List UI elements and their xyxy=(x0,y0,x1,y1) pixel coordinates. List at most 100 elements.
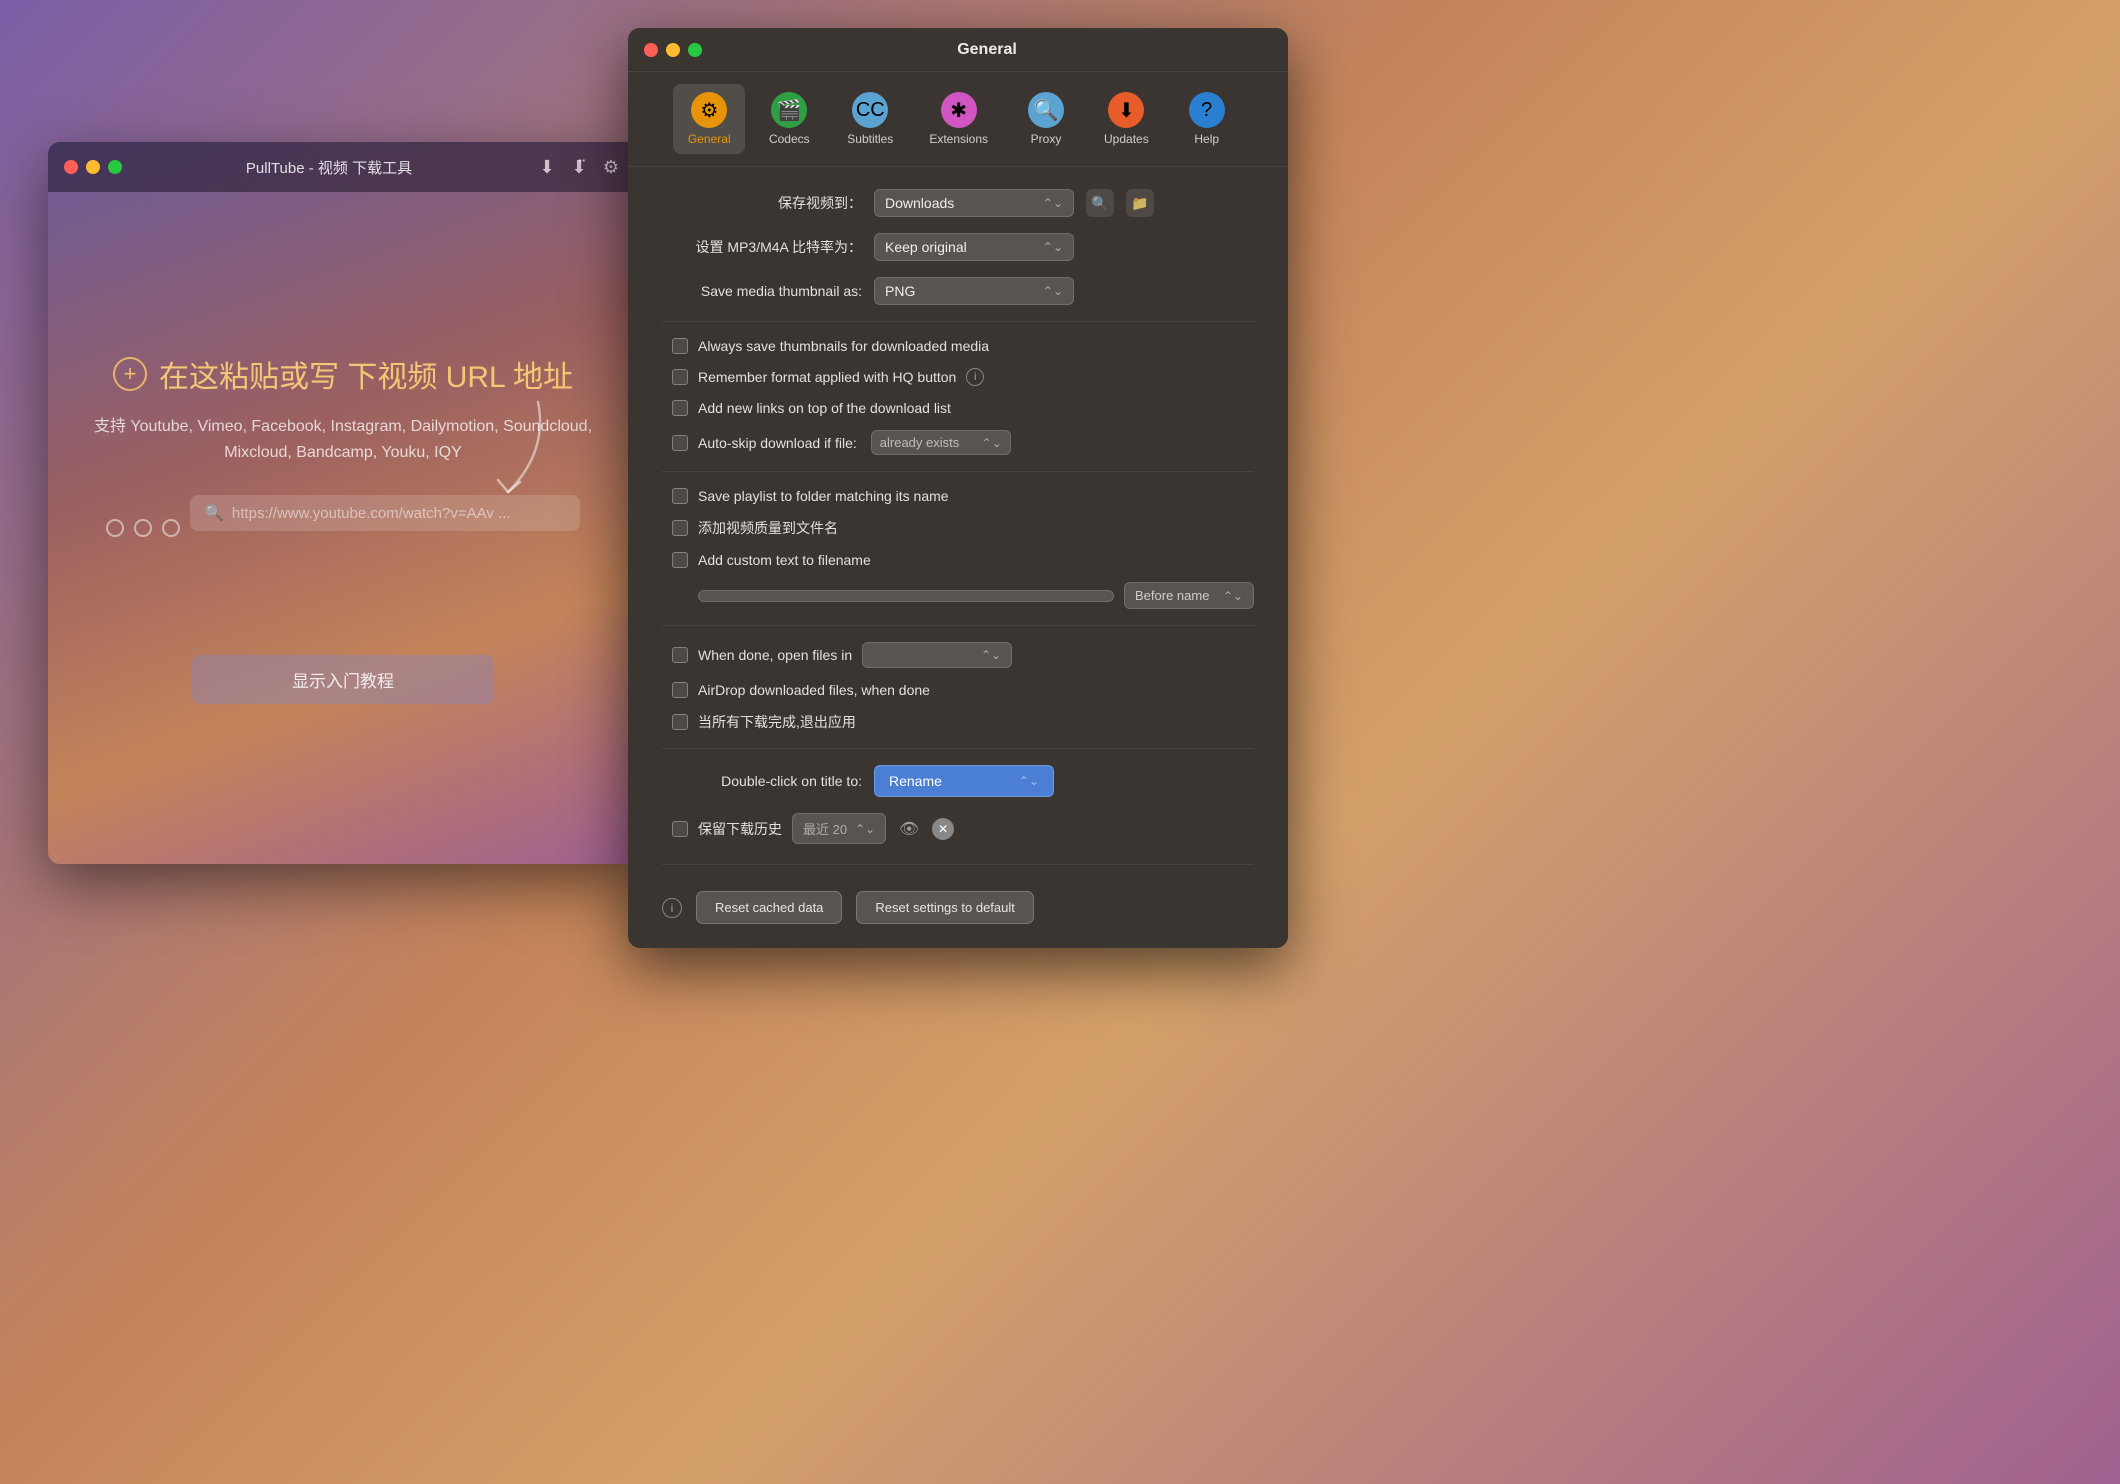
bitrate-chevron: ⌃⌄ xyxy=(1043,240,1063,254)
settings-content: 保存视频到： Downloads ⌃⌄ 🔍 📁 设置 MP3/M4A 比特率为：… xyxy=(628,167,1288,948)
show-tutorial-button[interactable]: 显示入门教程 xyxy=(192,655,494,704)
rename-chevron: ⌃⌄ xyxy=(1019,774,1039,788)
arrow-curve-icon xyxy=(478,392,558,512)
add-links-top-label: Add new links on top of the download lis… xyxy=(698,400,951,416)
save-to-select[interactable]: Downloads ⌃⌄ xyxy=(874,189,1074,217)
updates-icon: ⬇ xyxy=(1108,92,1144,128)
save-to-value: Downloads xyxy=(885,195,954,211)
custom-text-input[interactable] xyxy=(698,590,1114,602)
settings-icon[interactable]: ⚙ xyxy=(600,156,622,178)
always-save-thumbnails-checkbox[interactable] xyxy=(672,338,688,354)
when-done-label: When done, open files in xyxy=(698,647,852,663)
add-custom-text-row: Add custom text to filename xyxy=(662,552,1254,568)
history-count-value: 最近 20 xyxy=(803,819,847,838)
remember-format-info-icon[interactable]: i xyxy=(966,368,984,386)
open-folder-icon[interactable]: 📁 xyxy=(1126,189,1154,217)
exit-checkbox[interactable] xyxy=(672,714,688,730)
double-click-select[interactable]: Rename ⌃⌄ xyxy=(874,765,1054,797)
position-chevron: ⌃⌄ xyxy=(1223,589,1243,603)
bottom-buttons: i Reset cached data Reset settings to de… xyxy=(662,881,1254,924)
history-count-select[interactable]: 最近 20 ⌃⌄ xyxy=(792,813,886,844)
tab-extensions-label: Extensions xyxy=(929,132,988,146)
thumbnail-select[interactable]: PNG ⌃⌄ xyxy=(874,277,1074,305)
extensions-icon: ✱ xyxy=(941,92,977,128)
rename-value: Rename xyxy=(889,773,942,789)
open-in-select[interactable]: ⌃⌄ xyxy=(862,642,1012,668)
tab-codecs-label: Codecs xyxy=(769,132,810,146)
add-quality-row: 添加视频质量到文件名 xyxy=(662,518,1254,538)
url-placeholder: + 在这粘贴或写 下视频 URL 地址 xyxy=(113,352,573,396)
divider-2 xyxy=(662,471,1254,472)
tab-updates-label: Updates xyxy=(1104,132,1149,146)
save-playlist-label: Save playlist to folder matching its nam… xyxy=(698,488,949,504)
position-select[interactable]: Before name ⌃⌄ xyxy=(1124,582,1254,609)
auto-skip-value: already exists xyxy=(880,435,959,450)
dot-2 xyxy=(134,519,152,537)
tab-proxy-label: Proxy xyxy=(1031,132,1062,146)
add-quality-label: 添加视频质量到文件名 xyxy=(698,518,838,538)
settings-close-button[interactable] xyxy=(644,43,658,57)
settings-maximize-button[interactable] xyxy=(688,43,702,57)
thumbnail-label: Save media thumbnail as: xyxy=(662,283,862,299)
pulltube-window: PullTube - 视频 下载工具 ⬇ ⬇̈ ⚙ + 在这粘贴或写 下视频 U… xyxy=(48,142,638,864)
subtitles-icon: CC xyxy=(852,92,888,128)
tab-codecs[interactable]: 🎬 Codecs xyxy=(753,84,825,154)
custom-text-input-row: Before name ⌃⌄ xyxy=(662,582,1254,609)
save-playlist-row: Save playlist to folder matching its nam… xyxy=(662,488,1254,504)
download-all-icon[interactable]: ⬇̈ xyxy=(568,156,590,178)
auto-skip-checkbox[interactable] xyxy=(672,435,688,451)
download-icon[interactable]: ⬇ xyxy=(536,156,558,178)
reset-settings-button[interactable]: Reset settings to default xyxy=(856,891,1033,924)
history-count-chevron: ⌃⌄ xyxy=(855,822,875,836)
tab-help[interactable]: ? Help xyxy=(1171,84,1243,154)
when-done-row: When done, open files in ⌃⌄ xyxy=(662,642,1254,668)
auto-skip-label: Auto-skip download if file: xyxy=(698,435,857,451)
clear-history-icon[interactable]: ✕ xyxy=(932,818,954,840)
view-history-icon[interactable]: 👁 xyxy=(896,816,922,842)
remember-format-checkbox[interactable] xyxy=(672,369,688,385)
thumbnail-row: Save media thumbnail as: PNG ⌃⌄ xyxy=(662,277,1254,305)
exit-label: 当所有下载完成,退出应用 xyxy=(698,712,856,732)
keep-history-label: 保留下载历史 xyxy=(698,819,782,839)
help-icon: ? xyxy=(1189,92,1225,128)
close-button[interactable] xyxy=(64,160,78,174)
tab-general-label: General xyxy=(688,132,731,146)
add-custom-text-checkbox[interactable] xyxy=(672,552,688,568)
always-save-thumbnails-label: Always save thumbnails for downloaded me… xyxy=(698,338,989,354)
when-done-checkbox[interactable] xyxy=(672,647,688,663)
add-quality-checkbox[interactable] xyxy=(672,520,688,536)
bitrate-select[interactable]: Keep original ⌃⌄ xyxy=(874,233,1074,261)
settings-minimize-button[interactable] xyxy=(666,43,680,57)
airdrop-checkbox[interactable] xyxy=(672,682,688,698)
thumbnail-chevron: ⌃⌄ xyxy=(1043,284,1063,298)
settings-window: General ⚙ General 🎬 Codecs CC Subtitles … xyxy=(628,28,1288,948)
proxy-icon: 🔍 xyxy=(1028,92,1064,128)
auto-skip-row: Auto-skip download if file: already exis… xyxy=(662,430,1254,455)
remember-format-row: Remember format applied with HQ button i xyxy=(662,368,1254,386)
settings-traffic-lights xyxy=(644,43,702,57)
pulltube-toolbar-icons: ⬇ ⬇̈ ⚙ xyxy=(536,156,622,178)
maximize-button[interactable] xyxy=(108,160,122,174)
add-url-button[interactable]: + xyxy=(113,357,147,391)
tab-proxy[interactable]: 🔍 Proxy xyxy=(1010,84,1082,154)
double-click-label: Double-click on title to: xyxy=(662,773,862,789)
save-playlist-checkbox[interactable] xyxy=(672,488,688,504)
tab-updates[interactable]: ⬇ Updates xyxy=(1090,84,1163,154)
save-to-label: 保存视频到： xyxy=(662,193,862,213)
tab-subtitles[interactable]: CC Subtitles xyxy=(833,84,907,154)
search-folder-icon[interactable]: 🔍 xyxy=(1086,189,1114,217)
bottom-info-icon[interactable]: i xyxy=(662,898,682,918)
tab-general[interactable]: ⚙ General xyxy=(673,84,745,154)
settings-title: General xyxy=(702,41,1272,59)
add-links-top-checkbox[interactable] xyxy=(672,400,688,416)
bitrate-row: 设置 MP3/M4A 比特率为： Keep original ⌃⌄ xyxy=(662,233,1254,261)
tab-extensions[interactable]: ✱ Extensions xyxy=(915,84,1002,154)
codecs-icon: 🎬 xyxy=(771,92,807,128)
keep-history-checkbox[interactable] xyxy=(672,821,688,837)
reset-cached-data-button[interactable]: Reset cached data xyxy=(696,891,842,924)
airdrop-row: AirDrop downloaded files, when done xyxy=(662,682,1254,698)
auto-skip-select[interactable]: already exists ⌃⌄ xyxy=(871,430,1011,455)
dot-1 xyxy=(106,519,124,537)
minimize-button[interactable] xyxy=(86,160,100,174)
divider-1 xyxy=(662,321,1254,322)
